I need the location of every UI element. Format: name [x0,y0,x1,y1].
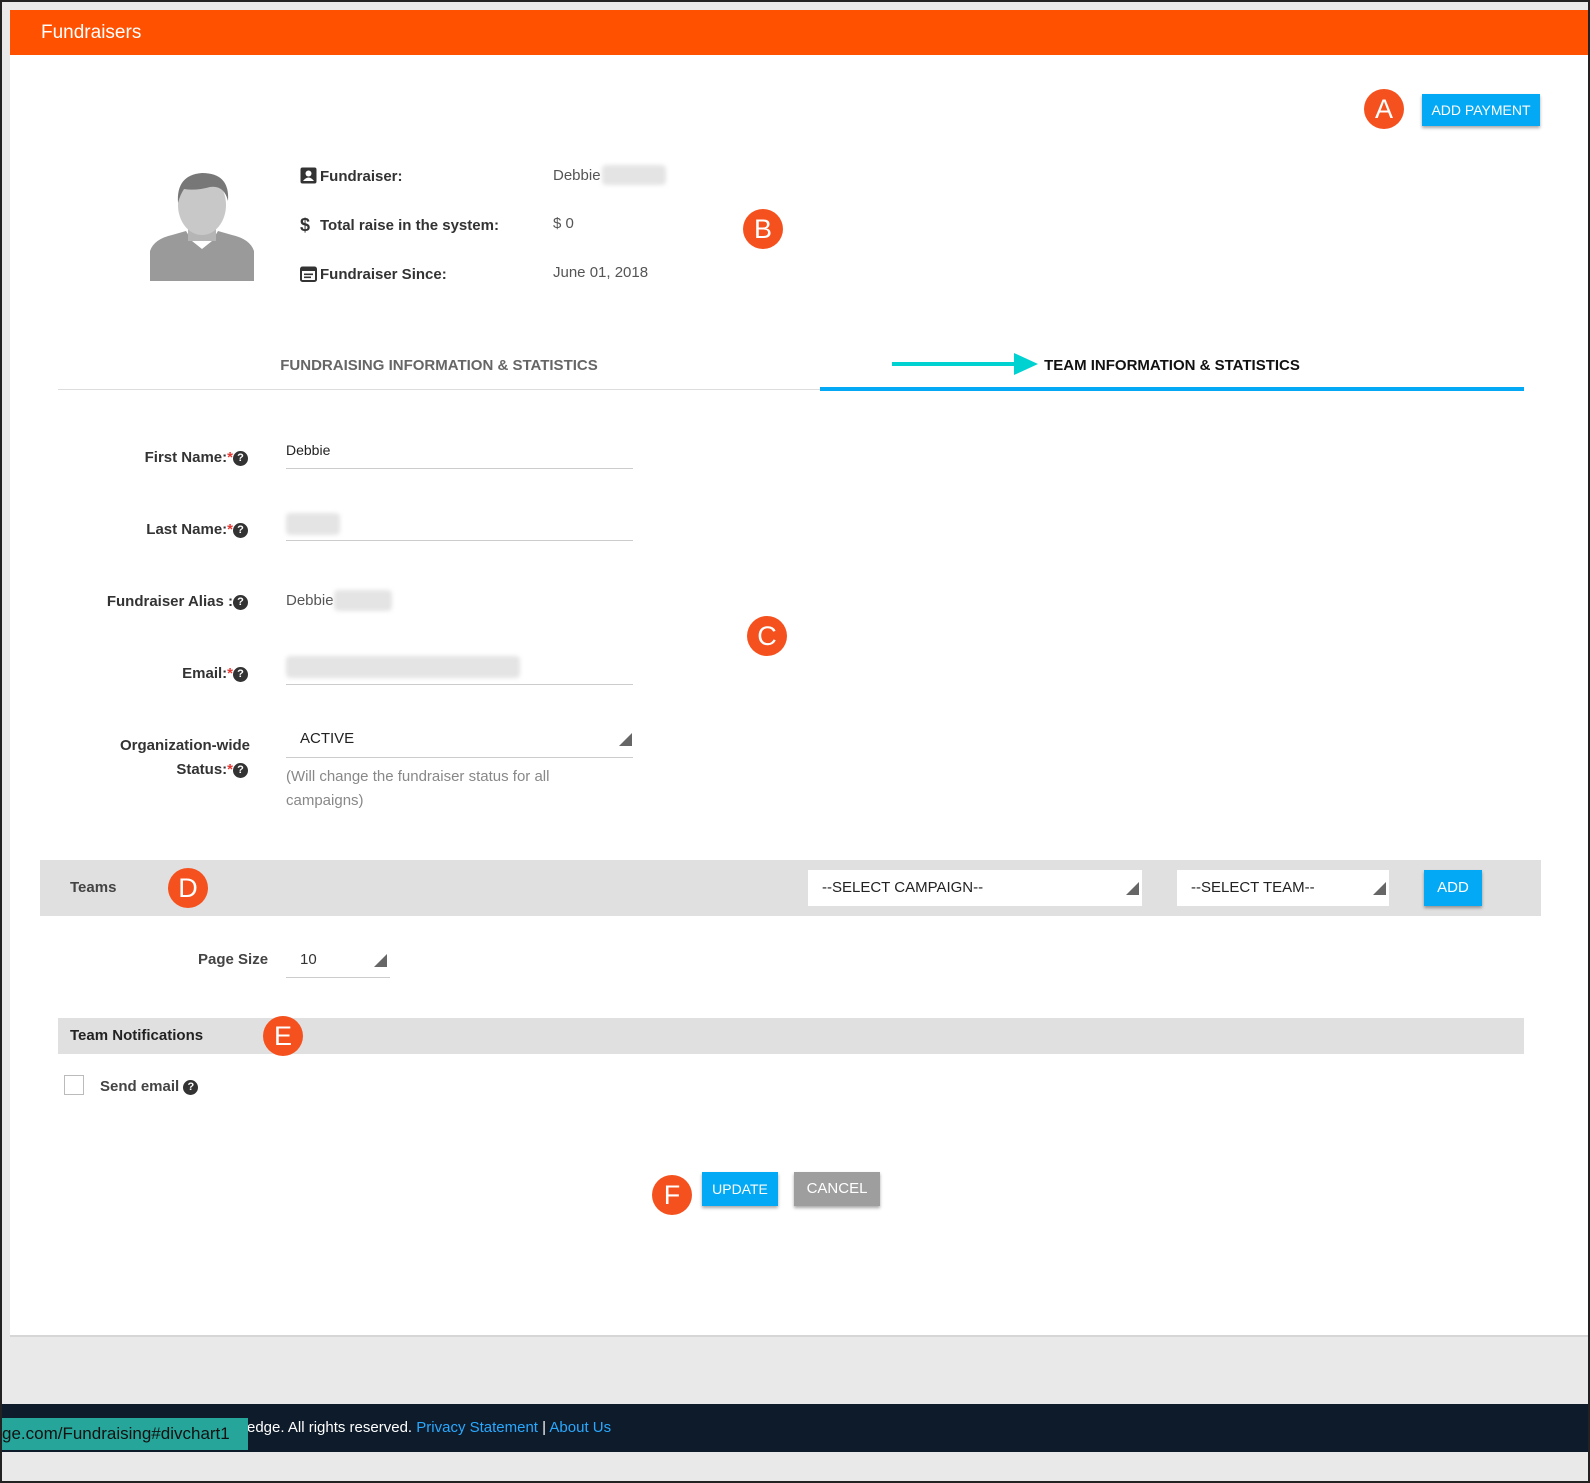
last-name-underline [286,540,633,541]
callout-marker-c: C [747,616,787,656]
person-card-icon [300,167,317,184]
arrow-annotation-icon [890,351,1040,377]
privacy-statement-link[interactable]: Privacy Statement [416,1419,538,1436]
total-raise-label: Total raise in the system: [320,217,499,234]
email-field[interactable] [286,656,520,678]
send-email-label: Send email ? [100,1078,199,1095]
callout-marker-d: D [168,868,208,908]
status-underline [286,757,633,758]
app-window: Fundraisers A ADD PAYMENT Fundraiser: De… [0,0,1590,1483]
redacted-alias [334,590,392,611]
help-icon: ? [233,522,248,538]
dollar-icon: $ [300,215,311,235]
help-icon: ? [233,594,248,610]
footer: edge. All rights reserved. Privacy State… [2,1404,1588,1452]
fundraiser-alias-value: Debbie [286,592,334,609]
email-label: Email:*? [10,665,248,682]
fundraiser-since-value: June 01, 2018 [553,264,649,281]
dropdown-arrow-icon [374,954,387,967]
active-tab-indicator [820,387,1524,391]
status-select-value: ACTIVE [300,730,355,747]
first-name-label: First Name:*? [10,449,248,466]
callout-marker-b: B [743,209,783,249]
help-icon: ? [233,762,248,778]
tab-fundraising-information[interactable]: FUNDRAISING INFORMATION & STATISTICS [58,345,820,389]
cancel-button[interactable]: CANCEL [794,1172,880,1206]
fundraiser-alias-label: Fundraiser Alias :? [10,593,248,610]
total-raise-value: $ 0 [553,215,574,232]
page-size-underline [286,977,390,978]
about-us-link[interactable]: About Us [549,1419,611,1436]
fundraiser-label: Fundraiser: [320,168,403,185]
footer-separator: | [542,1419,547,1436]
status-select[interactable]: ACTIVE [286,727,633,757]
teams-bar: Teams D --SELECT CAMPAIGN-- --SELECT TEA… [40,860,1541,916]
campaign-select[interactable]: --SELECT CAMPAIGN-- [808,870,1142,906]
team-select[interactable]: --SELECT TEAM-- [1177,870,1389,906]
status-label-line2: Status:*? [10,761,248,778]
fundraiser-value: Debbie [553,167,601,184]
fundraiser-card: A ADD PAYMENT Fundraiser: Debbie $ Total… [10,55,1588,1337]
team-notifications-title: Team Notifications [70,1027,204,1044]
dropdown-arrow-icon [1373,882,1386,895]
campaign-select-value: --SELECT CAMPAIGN-- [822,879,984,896]
avatar-silhouette-icon [150,173,254,281]
add-payment-button[interactable]: ADD PAYMENT [1422,94,1540,126]
update-button[interactable]: UPDATE [702,1172,778,1206]
footer-text: edge. All rights reserved. Privacy State… [247,1419,611,1436]
dropdown-arrow-icon [619,733,632,746]
help-icon: ? [233,666,248,682]
last-name-field[interactable] [286,513,340,535]
page-size-label: Page Size [198,951,269,968]
redacted-surname [602,165,666,185]
callout-marker-a: A [1364,89,1404,129]
top-bar: Fundraisers [10,10,1588,55]
callout-marker-f: F [652,1175,692,1215]
team-notifications-bar: Team Notifications E [58,1016,1524,1056]
avatar [150,169,254,281]
email-underline [286,684,633,685]
dropdown-arrow-icon [1126,882,1139,895]
page-size-value: 10 [300,951,317,968]
callout-marker-e: E [263,1016,303,1056]
first-name-underline [286,468,633,469]
calendar-icon [300,265,317,282]
help-icon: ? [183,1079,199,1095]
fundraiser-since-label: Fundraiser Since: [320,266,447,283]
send-email-checkbox[interactable] [64,1075,84,1095]
page-size-select[interactable]: 10 [286,943,390,977]
teams-title: Teams [70,879,117,896]
first-name-field[interactable]: Debbie [286,442,330,458]
status-label-line1: Organization-wide [119,737,250,754]
status-hint: (Will change the fundraiser status for a… [286,768,550,809]
page-title: Fundraisers [41,22,142,43]
help-icon: ? [233,450,248,466]
copyright-text: edge. All rights reserved. [247,1419,413,1436]
last-name-label: Last Name:*? [10,521,248,538]
url-status-tooltip: ge.com/Fundraising#divchart1 [2,1418,248,1450]
team-select-value: --SELECT TEAM-- [1191,879,1315,896]
add-team-button[interactable]: ADD [1424,870,1482,906]
